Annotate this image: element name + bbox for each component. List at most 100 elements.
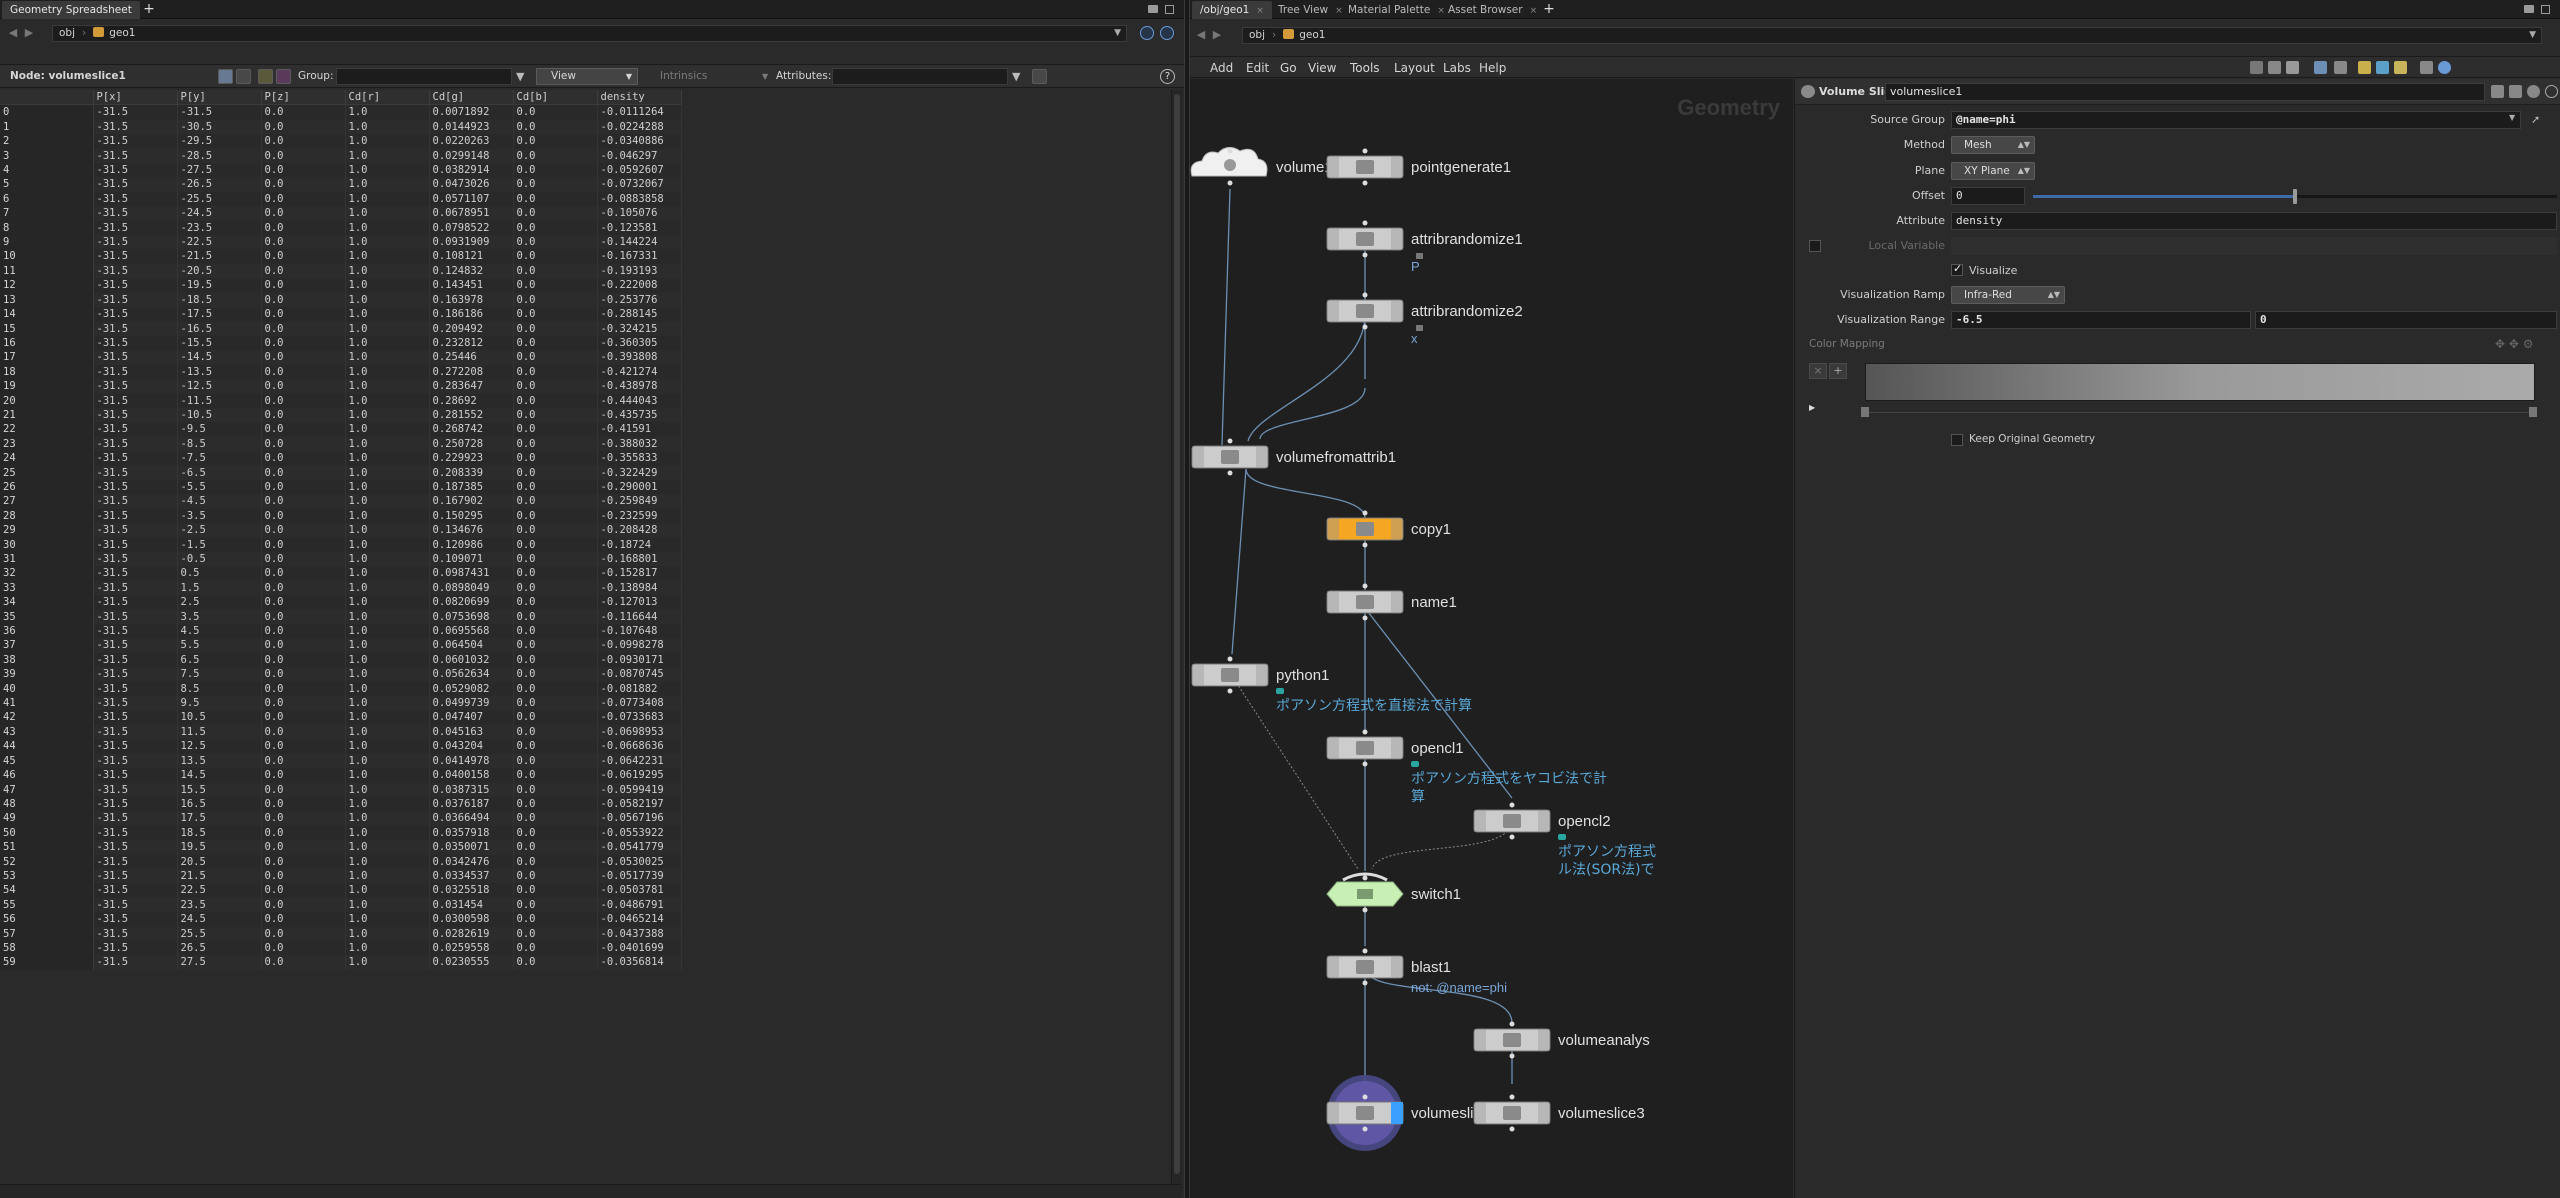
input-connector[interactable] [1227,656,1233,662]
ramp-key-handle[interactable] [1861,407,1869,417]
vis-ramp-menu[interactable]: Infra-Red ▲▼ [1951,286,2065,304]
node-label[interactable]: opencl2 [1558,813,1611,830]
node-label[interactable]: volume1 [1276,159,1333,176]
node-copy1[interactable]: copy1 [1326,510,1451,548]
path-field[interactable]: obj › geo1 ▼ [1242,27,2542,44]
close-icon[interactable]: × [1256,6,1264,16]
table-row[interactable]: 0 -31.5 -31.5 0.0 1.0 0.0071892 0.0 -0.0111264 [0,104,682,120]
table-row[interactable]: 52 -31.5 20.5 0.0 1.0 0.0342476 0.0 -0.0530025 [0,854,682,869]
menu-tools[interactable]: Tools [1350,61,1380,75]
column-header[interactable]: density [597,90,682,106]
offset-input[interactable]: 0 [1951,187,2025,205]
layout-icon[interactable] [2334,61,2347,74]
method-menu[interactable]: Mesh ▲▼ [1951,136,2035,154]
link-icon[interactable] [1160,26,1174,40]
table-row[interactable]: 7 -31.5 -24.5 0.0 1.0 0.0678951 0.0 -0.105076 [0,206,682,221]
column-options-icon[interactable] [1032,69,1047,84]
input-connector[interactable] [1362,948,1368,954]
table-row[interactable]: 13 -31.5 -18.5 0.0 1.0 0.163978 0.0 -0.253776 [0,292,682,308]
output-connector[interactable] [1509,834,1515,840]
output-connector[interactable] [1362,761,1368,767]
pane-menu-icon[interactable] [2524,5,2534,13]
visualize-checkbox[interactable] [1951,262,1963,276]
input-connector[interactable] [1362,875,1368,881]
vertical-scrollbar[interactable] [1171,90,1182,1184]
table-row[interactable]: 37 -31.5 5.5 0.0 1.0 0.064504 0.0 -0.0998278 [0,638,682,653]
offset-slider[interactable] [2033,189,2557,204]
table-row[interactable]: 54 -31.5 22.5 0.0 1.0 0.0325518 0.0 -0.0503781 [0,883,682,898]
list-icon[interactable] [2286,61,2299,74]
table-row[interactable]: 27 -31.5 -4.5 0.0 1.0 0.167902 0.0 -0.259849 [0,494,682,509]
node-label[interactable]: copy1 [1411,521,1451,538]
node-label[interactable]: volumeanalys [1558,1032,1650,1049]
input-connector[interactable] [1509,1094,1515,1100]
maximize-pane-icon[interactable] [2541,5,2550,14]
table-row[interactable]: 1 -31.5 -30.5 0.0 1.0 0.0144923 0.0 -0.0224288 [0,119,682,135]
add-tab-button[interactable]: + [140,0,158,19]
table-row[interactable]: 3 -31.5 -28.5 0.0 1.0 0.0299148 0.0 -0.046297 [0,148,682,164]
input-connector[interactable] [1362,729,1368,735]
table-row[interactable]: 56 -31.5 24.5 0.0 1.0 0.0300598 0.0 -0.0465214 [0,912,682,927]
tab-asset-browser[interactable]: Asset Browser × [1440,1,1545,19]
color-ramp[interactable] [1865,363,2535,401]
tab-tree-view[interactable]: Tree View × [1270,1,1351,19]
back-arrow-icon[interactable]: ◀ [6,25,20,41]
column-header[interactable]: Cd[g] [429,90,514,106]
table-row[interactable]: 5 -31.5 -26.5 0.0 1.0 0.0473026 0.0 -0.0732067 [0,177,682,192]
table-row[interactable]: 25 -31.5 -6.5 0.0 1.0 0.208339 0.0 -0.322429 [0,465,682,480]
path-field[interactable]: obj › geo1 ▼ [52,25,1127,42]
node-python1[interactable]: python1 ポアソン方程式を直接法で計算 [1191,656,1472,715]
table-row[interactable]: 12 -31.5 -19.5 0.0 1.0 0.143451 0.0 -0.222008 [0,278,682,293]
node-volumeanalys[interactable]: volumeanalys [1473,1021,1650,1059]
table-row[interactable]: 58 -31.5 26.5 0.0 1.0 0.0259558 0.0 -0.0401699 [0,940,682,956]
vis-range-max-input[interactable]: 0 [2255,311,2557,329]
table-row[interactable]: 47 -31.5 15.5 0.0 1.0 0.0387315 0.0 -0.0599419 [0,782,682,797]
scrollbar-thumb[interactable] [1174,94,1180,1174]
node-opencl2[interactable]: opencl2 ポアソン方程式ル法(SOR法)で [1473,802,1656,879]
node-label[interactable]: name1 [1411,594,1457,611]
column-header[interactable]: P[y] [177,90,262,106]
node-volumeslice3[interactable]: volumeslice3 [1473,1094,1645,1132]
table-row[interactable]: 57 -31.5 25.5 0.0 1.0 0.0282619 0.0 -0.0437388 [0,926,682,941]
table-row[interactable]: 18 -31.5 -13.5 0.0 1.0 0.272208 0.0 -0.421274 [0,364,682,380]
table-row[interactable]: 45 -31.5 13.5 0.0 1.0 0.0414978 0.0 -0.0642231 [0,753,682,769]
input-connector[interactable] [1362,220,1368,226]
menu-layout[interactable]: Layout [1394,61,1435,75]
node-label[interactable]: opencl1 [1411,740,1464,757]
maximize-pane-icon[interactable] [1165,5,1174,14]
table-row[interactable]: 16 -31.5 -15.5 0.0 1.0 0.232812 0.0 -0.360305 [0,335,682,351]
add-tab-button[interactable]: + [1540,0,1558,19]
node-label[interactable]: pointgenerate1 [1411,159,1511,176]
output-connector[interactable] [1362,180,1368,186]
forward-arrow-icon[interactable]: ▶ [1210,27,1224,43]
back-arrow-icon[interactable]: ◀ [1194,27,1208,43]
ramp-add-key-button[interactable]: + [1829,363,1847,379]
tab-geometry-spreadsheet[interactable]: Geometry Spreadsheet [2,1,140,19]
table-row[interactable]: 17 -31.5 -14.5 0.0 1.0 0.25446 0.0 -0.393808 [0,350,682,365]
output-connector[interactable] [1362,1126,1368,1132]
menu-edit[interactable]: Edit [1246,61,1269,75]
output-connector[interactable] [1227,688,1233,694]
column-header[interactable]: Cd[r] [345,90,430,106]
offset-slider-handle[interactable] [2293,189,2297,204]
node-label[interactable]: volumesli [1411,1105,1474,1122]
output-connector[interactable] [1362,980,1368,986]
menu-go[interactable]: Go [1280,61,1297,75]
group-input[interactable] [336,68,512,85]
table-row[interactable]: 34 -31.5 2.5 0.0 1.0 0.0820699 0.0 -0.127013 [0,595,682,610]
plane-menu[interactable]: XY Plane ▲▼ [1951,162,2035,180]
node-label[interactable]: attribrandomize1 [1411,231,1523,248]
node-label[interactable]: volumeslice3 [1558,1105,1645,1122]
output-connector[interactable] [1362,615,1368,621]
tree-icon[interactable] [2268,61,2281,74]
table-row[interactable]: 31 -31.5 -0.5 0.0 1.0 0.109071 0.0 -0.168801 [0,552,682,567]
input-connector[interactable] [1227,148,1233,154]
info-icon[interactable] [2545,85,2558,98]
pin-icon[interactable] [1140,26,1154,40]
table-row[interactable]: 53 -31.5 21.5 0.0 1.0 0.0334537 0.0 -0.0517739 [0,868,682,884]
table-row[interactable]: 50 -31.5 18.5 0.0 1.0 0.0357918 0.0 -0.0553922 [0,825,682,841]
table-row[interactable]: 21 -31.5 -10.5 0.0 1.0 0.281552 0.0 -0.435735 [0,407,682,423]
gear-icon[interactable] [2491,85,2504,98]
menu-help[interactable]: Help [1479,61,1506,75]
tab-material-palette[interactable]: Material Palette × [1340,1,1453,19]
